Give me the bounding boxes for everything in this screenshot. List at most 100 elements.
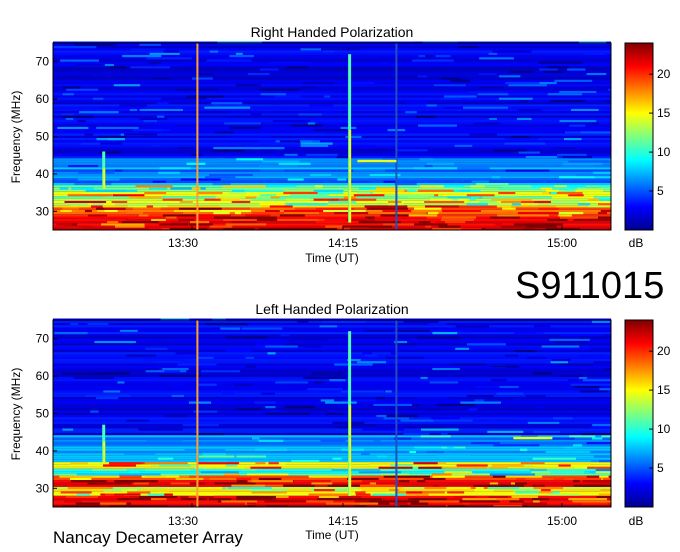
spectrum-speckle xyxy=(466,394,494,397)
spectrum-speckle xyxy=(159,167,191,170)
spectrum-speckle xyxy=(74,182,112,186)
spectrum-speckle xyxy=(145,475,166,478)
spectrum-speckle xyxy=(287,66,308,69)
spectrum-speckle xyxy=(248,72,270,76)
spectrum-speckle xyxy=(532,457,576,460)
spectrum-speckle xyxy=(538,491,553,494)
spectrum-speckle xyxy=(442,216,477,219)
spectrum-speckle xyxy=(191,187,201,190)
spectrum-speckle xyxy=(225,223,267,226)
spectrum-row xyxy=(53,46,611,49)
spectrum-speckle xyxy=(347,477,379,480)
spectrum-speckle xyxy=(487,430,524,433)
spectrum-speckle xyxy=(440,97,462,100)
spectrum-speckle xyxy=(541,489,551,492)
spectrum-speckle xyxy=(197,462,239,465)
spectrum-speckle xyxy=(598,493,611,496)
spectrum-speckle xyxy=(85,394,131,397)
spectrum-speckle xyxy=(310,173,332,177)
spectrum-row xyxy=(53,450,611,454)
spectrum-speckle xyxy=(297,320,309,323)
spectrum-speckle xyxy=(260,169,285,172)
spectrum-speckle xyxy=(595,471,611,474)
spectrum-speckle xyxy=(159,223,188,226)
spectrum-speckle xyxy=(341,448,364,451)
spectrum-speckle xyxy=(323,50,335,53)
spectrum-speckle xyxy=(369,189,405,192)
radio-burst-core xyxy=(349,405,352,496)
spectrum-speckle xyxy=(466,194,495,197)
spectrum-speckle xyxy=(372,187,397,190)
spectrum-speckle xyxy=(313,129,347,132)
spectrum-speckle xyxy=(581,432,611,436)
spectrum-speckle xyxy=(117,480,159,483)
spectrum-speckle xyxy=(181,498,207,501)
spectrum-speckle xyxy=(67,486,113,489)
spectrum-speckle xyxy=(223,473,240,476)
spectrum-speckle xyxy=(447,446,454,449)
spectrum-speckle xyxy=(132,129,162,132)
spectrum-speckle xyxy=(84,133,94,136)
spectrum-speckle xyxy=(532,498,549,501)
spectrum-speckle xyxy=(85,189,127,192)
spectrum-speckle xyxy=(417,189,454,192)
spectrum-speckle xyxy=(251,491,287,494)
spectrum-speckle xyxy=(337,144,375,147)
spectrum-speckle xyxy=(247,473,289,476)
spectrum-speckle xyxy=(314,489,335,492)
spectrum-row xyxy=(53,124,611,127)
spectrum-speckle xyxy=(92,468,127,472)
spectrum-speckle xyxy=(533,500,540,503)
spectrum-speckle xyxy=(267,352,276,355)
spectrum-speckle xyxy=(563,164,595,168)
spectrum-speckle xyxy=(209,173,253,177)
spectrum-row xyxy=(53,446,611,449)
spectrum-speckle xyxy=(138,428,183,431)
spectrum-speckle xyxy=(333,498,353,501)
spectrum-speckle xyxy=(546,468,586,472)
spectrum-speckle xyxy=(206,59,252,62)
spectrum-speckle xyxy=(389,489,400,492)
spectrum-speckle xyxy=(74,376,114,379)
spectrum-speckle xyxy=(300,144,329,147)
spectrum-speckle xyxy=(118,473,161,476)
spectrum-speckle xyxy=(539,68,558,71)
spectrum-speckle xyxy=(258,140,277,143)
spectrum-speckle xyxy=(115,225,145,228)
spectrum-speckle xyxy=(568,194,584,197)
spectrum-speckle xyxy=(201,370,241,373)
spectrum-speckle xyxy=(487,203,512,206)
spectrum-speckle xyxy=(520,462,545,465)
spectrum-row xyxy=(53,79,611,82)
spectrum-speckle xyxy=(330,480,362,483)
spectrum-row xyxy=(53,149,611,152)
spectrum-speckle xyxy=(515,491,560,494)
spectrum-row xyxy=(53,147,611,150)
spectrum-speckle xyxy=(580,115,588,118)
spectrum-speckle xyxy=(193,214,231,217)
spectrum-speckle xyxy=(564,446,574,449)
spectrum-speckle xyxy=(403,320,439,323)
colorbar-tick-label-right-3: 15 xyxy=(657,106,671,120)
spectrum-speckle xyxy=(272,102,284,105)
spectrum-speckle xyxy=(205,466,251,469)
spectrum-speckle xyxy=(533,430,560,433)
spectrum-speckle xyxy=(142,358,187,362)
spectrum-speckle xyxy=(308,493,349,496)
spectrum-speckle xyxy=(547,66,569,69)
spectrum-speckle xyxy=(147,493,165,496)
spectrum-row xyxy=(53,131,611,134)
spectrum-speckle xyxy=(146,439,183,442)
spectrum-speckle xyxy=(600,489,611,492)
spectrum-speckle xyxy=(468,90,508,94)
spectrum-speckle xyxy=(178,147,194,150)
spectrum-speckle xyxy=(518,99,528,102)
spectrum-speckle xyxy=(516,477,526,480)
spectrum-speckle xyxy=(354,498,382,501)
spectrum-speckle xyxy=(429,381,458,384)
spectrum-speckle xyxy=(492,50,532,53)
spectrum-row xyxy=(53,428,611,431)
spectrum-row xyxy=(53,176,611,179)
spectrum-speckle xyxy=(205,176,236,179)
spectrum-speckle xyxy=(582,484,611,487)
